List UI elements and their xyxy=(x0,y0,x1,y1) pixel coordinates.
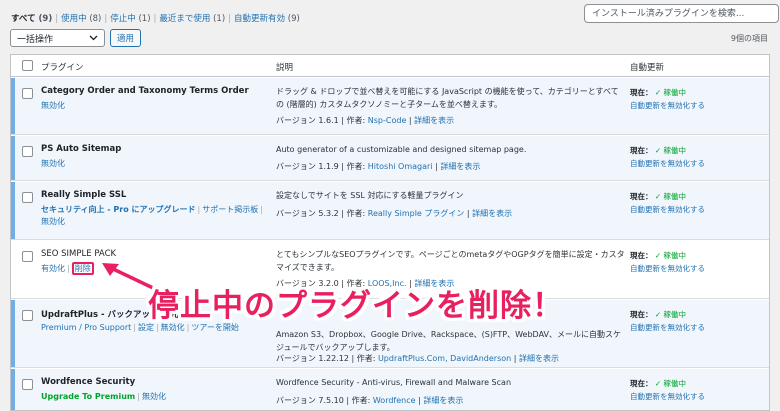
plugin-name: PS Auto Sitemap xyxy=(41,144,122,154)
chevron-down-icon xyxy=(89,35,98,41)
plugin-description: Auto generator of a customizable and des… xyxy=(276,145,527,154)
deactivate-link[interactable]: 無効化 xyxy=(142,392,166,401)
details-link[interactable]: 詳細を表示 xyxy=(440,162,480,171)
column-auto-update: 自動更新 xyxy=(630,63,665,73)
details-link[interactable]: 詳細を表示 xyxy=(423,396,463,405)
disable-auto-update-link[interactable]: 自動更新を無効化する xyxy=(630,159,705,168)
plugin-name: Really Simple SSL xyxy=(41,190,127,200)
plugin-name: Wordfence Security xyxy=(41,377,136,387)
auto-update-cell: 現在： ✓ 稼働中 自動更新を無効化する xyxy=(630,310,705,332)
activate-link[interactable]: 有効化 xyxy=(41,264,65,273)
plugin-meta: バージョン 7.5.10 | 作者: Wordfence | 詳細を表示 xyxy=(276,396,464,405)
details-link[interactable]: 詳細を表示 xyxy=(519,354,559,363)
author-link[interactable]: Really Simple プラグイン xyxy=(368,209,465,218)
plugin-meta: バージョン 1.6.1 | 作者: Nsp-Code | 詳細を表示 xyxy=(276,116,455,125)
row-checkbox[interactable] xyxy=(22,379,33,390)
plugins-table: プラグイン 説明 自動更新 Category Order and Taxonom… xyxy=(10,54,770,411)
upgrade-premium-link[interactable]: Upgrade To Premium xyxy=(41,392,135,401)
plugin-search-input[interactable] xyxy=(584,4,779,23)
auto-update-cell: 現在： ✓ 稼働中 自動更新を無効化する xyxy=(630,88,705,110)
plugin-meta: バージョン 5.3.2 | 作者: Really Simple プラグイン | … xyxy=(276,209,513,218)
bulk-action-value: 一括操作 xyxy=(17,34,54,45)
auto-update-cell: 現在： ✓ 稼働中 自動更新を無効化する xyxy=(630,251,705,273)
row-checkbox[interactable] xyxy=(22,146,33,157)
author-link[interactable]: Wordfence xyxy=(373,396,416,405)
filter-recent[interactable]: 最近まで使用 (1) xyxy=(159,14,225,24)
author-link[interactable]: Nsp-Code xyxy=(368,116,407,125)
disable-auto-update-link[interactable]: 自動更新を無効化する xyxy=(630,205,705,214)
row-checkbox[interactable] xyxy=(22,310,33,321)
disable-auto-update-link[interactable]: 自動更新を無効化する xyxy=(630,264,705,273)
table-row: Category Order and Taxonomy Terms Order … xyxy=(11,78,769,135)
premium-support-link[interactable]: Premium / Pro Support xyxy=(41,323,131,332)
filter-auto-update[interactable]: 自動更新有効 (9) xyxy=(234,14,300,24)
auto-update-cell: 現在： ✓ 稼働中 自動更新を無効化する xyxy=(630,192,705,214)
details-link[interactable]: 詳細を表示 xyxy=(414,116,454,125)
row-checkbox[interactable] xyxy=(22,88,33,99)
filter-active[interactable]: 使用中 (8) xyxy=(61,14,101,24)
filter-inactive[interactable]: 停止中 (1) xyxy=(110,14,150,24)
disable-auto-update-link[interactable]: 自動更新を無効化する xyxy=(630,392,705,401)
plugin-description: とてもシンプルなSEOプラグインです。ページごとのmetaタグやOGPタグを簡単… xyxy=(276,250,625,272)
apply-button[interactable]: 適用 xyxy=(110,29,141,47)
item-count: 9個の項目 xyxy=(730,34,768,43)
select-all-checkbox[interactable] xyxy=(22,60,33,71)
table-row: Wordfence Security Upgrade To Premium | 無効… xyxy=(11,369,769,410)
table-header: プラグイン 説明 自動更新 xyxy=(11,55,769,77)
annotation-text: 停止中のプラグインを削除！ xyxy=(148,288,564,324)
column-description: 説明 xyxy=(276,63,294,73)
bulk-action-select[interactable]: 一括操作 xyxy=(10,29,105,47)
disable-auto-update-link[interactable]: 自動更新を無効化する xyxy=(630,323,705,332)
plugin-meta: バージョン 1.22.12 | 作者: UpdraftPlus.Com, Dav… xyxy=(276,354,559,363)
filter-all[interactable]: すべて (9) xyxy=(11,14,52,24)
plugin-description: ドラッグ & ドロップで並べ替えを可能にする JavaScript の機能を使っ… xyxy=(276,87,619,109)
author-link[interactable]: UpdraftPlus.Com, DavidAnderson xyxy=(378,354,511,363)
plugin-description: Amazon S3、Dropbox、Google Drive、Rackspace… xyxy=(276,330,622,352)
author-link[interactable]: Hitoshi Omagari xyxy=(368,162,433,171)
plugin-meta: バージョン 1.1.9 | 作者: Hitoshi Omagari | 詳細を表… xyxy=(276,162,481,171)
deactivate-link[interactable]: 無効化 xyxy=(41,217,65,226)
disable-auto-update-link[interactable]: 自動更新を無効化する xyxy=(630,101,705,110)
row-checkbox[interactable] xyxy=(22,251,33,262)
plugin-description: Wordfence Security - Anti-virus, Firewal… xyxy=(276,378,512,387)
deactivate-link[interactable]: 無効化 xyxy=(41,159,65,168)
status-filters: すべて (9) | 使用中 (8) | 停止中 (1) | 最近まで使用 (1) | 自動更新有… xyxy=(11,14,300,24)
delete-link[interactable]: 削除 xyxy=(71,262,94,275)
row-checkbox[interactable] xyxy=(22,192,33,203)
support-forum-link[interactable]: サポート掲示板 xyxy=(202,205,258,214)
auto-update-cell: 現在： ✓ 稼働中 自動更新を無効化する xyxy=(630,379,705,401)
upgrade-pro-link[interactable]: セキュリティ向上 - Pro にアップグレード xyxy=(41,205,196,214)
table-row: Really Simple SSL セキュリティ向上 - Pro にアップグレー… xyxy=(11,182,769,240)
details-link[interactable]: 詳細を表示 xyxy=(472,209,512,218)
plugin-description: 設定なしでサイトを SSL 対応にする軽量プラグイン xyxy=(276,191,464,200)
table-row: PS Auto Sitemap 無効化 Auto generator of a … xyxy=(11,136,769,181)
deactivate-link[interactable]: 無効化 xyxy=(41,101,65,110)
column-plugin: プラグイン xyxy=(41,63,84,73)
plugin-name: Category Order and Taxonomy Terms Order xyxy=(41,86,249,96)
auto-update-cell: 現在： ✓ 稼働中 自動更新を無効化する xyxy=(630,146,705,168)
